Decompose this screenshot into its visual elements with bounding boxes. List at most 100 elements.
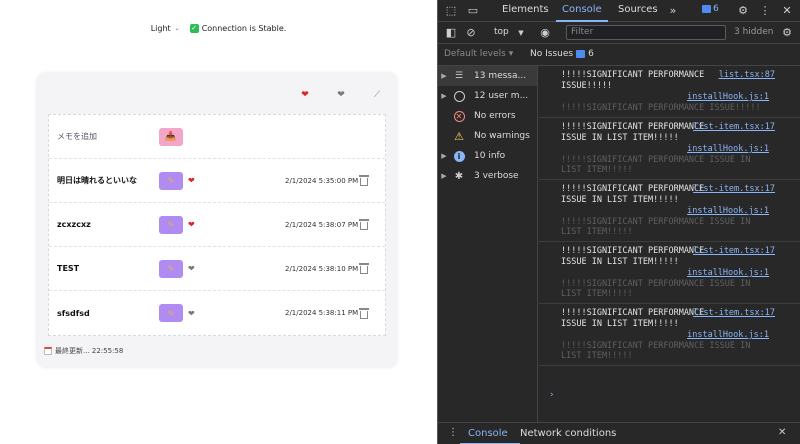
list-icon: ☰ bbox=[454, 71, 464, 81]
memo-timestamp: 2/1/2024 5:38:10 PM bbox=[285, 264, 359, 273]
log-message: !!!!!SIGNIFICANT PERFORMANCE ISSUE IN LI… bbox=[561, 246, 705, 267]
message-icon bbox=[702, 5, 711, 13]
memo-timestamp: 2/1/2024 5:35:00 PM bbox=[285, 176, 359, 185]
list-item: TEST ✎ ❤ 2/1/2024 5:38:10 PM bbox=[49, 247, 385, 291]
log-source-link[interactable]: list-item.tsx:17 bbox=[693, 246, 775, 256]
edit-button[interactable]: ✎ bbox=[159, 171, 183, 190]
trash-icon[interactable] bbox=[359, 263, 369, 274]
log-source-link[interactable]: list.tsx:87 bbox=[719, 70, 775, 80]
sidebar-item-errors[interactable]: ✕ No errors bbox=[438, 106, 537, 126]
log-source-link[interactable]: list-item.tsx:17 bbox=[693, 184, 775, 194]
bug-icon: ✱ bbox=[454, 170, 464, 182]
heart-icon[interactable]: ❤ bbox=[188, 264, 195, 273]
log-message: !!!!!SIGNIFICANT PERFORMANCE ISSUE IN LI… bbox=[561, 122, 705, 143]
theme-select[interactable]: Light ⌄ bbox=[151, 24, 180, 33]
heart-icon[interactable]: ❤ bbox=[188, 220, 195, 229]
chevron-down-icon: ⌄ bbox=[174, 24, 180, 32]
context-select[interactable]: top bbox=[494, 27, 509, 37]
expand-arrow-icon[interactable]: ▶ bbox=[438, 152, 450, 160]
log-message-shadow: !!!!!SIGNIFICANT PERFORMANCE ISSUE IN LI… bbox=[561, 155, 751, 175]
trash-icon[interactable] bbox=[359, 175, 369, 186]
sidebar-toggle-icon[interactable]: ◧ bbox=[444, 26, 458, 40]
edit-button[interactable]: ✎ bbox=[159, 259, 183, 278]
pencil-icon: ✎ bbox=[167, 220, 175, 229]
devtools-tab-bar: ⬚ ▭ Elements Console Sources » 6 ⚙ ⋮ ✕ bbox=[438, 0, 800, 22]
sidebar-item-label: 12 user m... bbox=[474, 91, 529, 101]
inspect-element-icon[interactable]: ⬚ bbox=[444, 4, 458, 18]
drawer-tab-console[interactable]: Console bbox=[468, 428, 508, 439]
default-levels-select[interactable]: Default levels ▾ bbox=[444, 49, 513, 59]
console-log-entry: !!!!!SIGNIFICANT PERFORMANCE ISSUE IN LI… bbox=[539, 118, 800, 180]
memo-title: zcxzcxz bbox=[57, 220, 91, 229]
tab-sources[interactable]: Sources bbox=[618, 4, 658, 15]
tab-console[interactable]: Console bbox=[562, 4, 602, 15]
sidebar-item-label: No errors bbox=[474, 111, 516, 121]
memo-title: TEST bbox=[57, 264, 80, 273]
edit-button[interactable]: ✎ bbox=[159, 215, 183, 234]
kebab-menu-icon[interactable]: ⋮ bbox=[448, 427, 458, 438]
expand-arrow-icon[interactable]: ▶ bbox=[438, 72, 450, 80]
check-icon: ✓ bbox=[189, 23, 199, 33]
last-updated-text: 最終更新... 22:55:58 bbox=[55, 347, 124, 355]
console-log-entry: !!!!!SIGNIFICANT PERFORMANCE ISSUE IN LI… bbox=[539, 304, 800, 366]
tab-elements[interactable]: Elements bbox=[502, 4, 549, 15]
connection-status-text: Connection is Stable. bbox=[201, 23, 287, 33]
connection-status: ✓ Connection is Stable. bbox=[189, 23, 287, 33]
drawer-tab-network-conditions[interactable]: Network conditions bbox=[520, 428, 616, 439]
pencil-icon: ✎ bbox=[167, 176, 175, 185]
hook-source-link[interactable]: installHook.js:1 bbox=[561, 144, 795, 155]
default-levels-label: Default levels bbox=[444, 49, 506, 59]
trash-icon[interactable] bbox=[359, 219, 369, 230]
close-icon[interactable]: ✕ bbox=[778, 427, 786, 438]
edit-button[interactable]: ✎ bbox=[159, 304, 183, 322]
add-memo-button[interactable]: 📥 bbox=[159, 127, 183, 146]
devtools-drawer: ⋮ Console Network conditions ✕ bbox=[438, 422, 800, 444]
log-message: !!!!!SIGNIFICANT PERFORMANCE ISSUE IN LI… bbox=[561, 308, 705, 329]
hook-source-link[interactable]: installHook.js:1 bbox=[561, 92, 795, 103]
message-count: 6 bbox=[713, 4, 719, 14]
unfavorite-filter-heart-icon[interactable]: ❤ bbox=[334, 88, 348, 102]
broom-icon[interactable]: ⟋ bbox=[370, 88, 384, 102]
console-log-entry: !!!!!SIGNIFICANT PERFORMANCE ISSUE!!!!! … bbox=[539, 66, 800, 118]
log-source-link[interactable]: list-item.tsx:17 bbox=[693, 122, 775, 132]
sidebar-item-user-messages[interactable]: ▶ 12 user m... bbox=[438, 86, 537, 106]
devtools-panel: ⬚ ▭ Elements Console Sources » 6 ⚙ ⋮ ✕ ◧… bbox=[437, 0, 800, 444]
heart-icon[interactable]: ❤ bbox=[188, 176, 195, 185]
device-toolbar-icon[interactable]: ▭ bbox=[466, 4, 480, 18]
hook-source-link[interactable]: installHook.js:1 bbox=[561, 330, 795, 341]
console-toolbar: ◧ ⊘ top ▼ ◉ Filter 3 hidden ⚙ bbox=[438, 22, 800, 44]
sidebar-item-warnings[interactable]: ⚠ No warnings bbox=[438, 126, 537, 146]
more-tabs-icon[interactable]: » bbox=[666, 4, 680, 18]
log-message-shadow: !!!!!SIGNIFICANT PERFORMANCE ISSUE IN LI… bbox=[561, 279, 751, 299]
heart-icon[interactable]: ❤ bbox=[188, 309, 195, 318]
clear-console-icon[interactable]: ⊘ bbox=[464, 26, 478, 40]
expand-arrow-icon[interactable]: ▶ bbox=[438, 92, 450, 100]
console-prompt-icon[interactable]: › bbox=[549, 390, 554, 400]
pencil-icon: ✎ bbox=[167, 264, 175, 273]
favorite-filter-heart-icon[interactable]: ❤ bbox=[298, 88, 312, 102]
issues-counter[interactable]: No Issues 6 bbox=[530, 49, 594, 59]
gear-icon[interactable]: ⚙ bbox=[736, 4, 750, 18]
sidebar-item-messages[interactable]: ▶ ☰ 13 messa... bbox=[438, 66, 537, 86]
sidebar-item-info[interactable]: ▶ i 10 info bbox=[438, 146, 537, 166]
last-updated-status: 最終更新... 22:55:58 bbox=[44, 346, 123, 356]
kebab-menu-icon[interactable]: ⋮ bbox=[758, 4, 772, 18]
add-memo-row: メモを追加 📥 bbox=[49, 115, 385, 159]
issues-count: 6 bbox=[588, 49, 594, 59]
log-message: !!!!!SIGNIFICANT PERFORMANCE ISSUE!!!!! bbox=[561, 70, 705, 91]
eye-icon[interactable]: ◉ bbox=[538, 26, 552, 40]
gear-icon[interactable]: ⚙ bbox=[780, 26, 794, 40]
memo-input[interactable]: メモを追加 bbox=[57, 131, 97, 142]
sidebar-item-verbose[interactable]: ▶ ✱ 3 verbose bbox=[438, 166, 537, 186]
trash-icon[interactable] bbox=[359, 307, 369, 319]
log-source-link[interactable]: list-item.tsx:17 bbox=[693, 308, 775, 318]
close-icon[interactable]: ✕ bbox=[780, 4, 794, 18]
messages-badge[interactable]: 6 bbox=[702, 4, 719, 14]
filter-input[interactable]: Filter bbox=[566, 25, 726, 40]
top-bar: Light ⌄ ✓ Connection is Stable. bbox=[0, 20, 437, 36]
hook-source-link[interactable]: installHook.js:1 bbox=[561, 268, 795, 279]
theme-select-label: Light bbox=[150, 23, 171, 33]
expand-arrow-icon[interactable]: ▶ bbox=[438, 172, 450, 180]
sidebar-item-label: 10 info bbox=[474, 151, 506, 161]
hook-source-link[interactable]: installHook.js:1 bbox=[561, 206, 795, 217]
